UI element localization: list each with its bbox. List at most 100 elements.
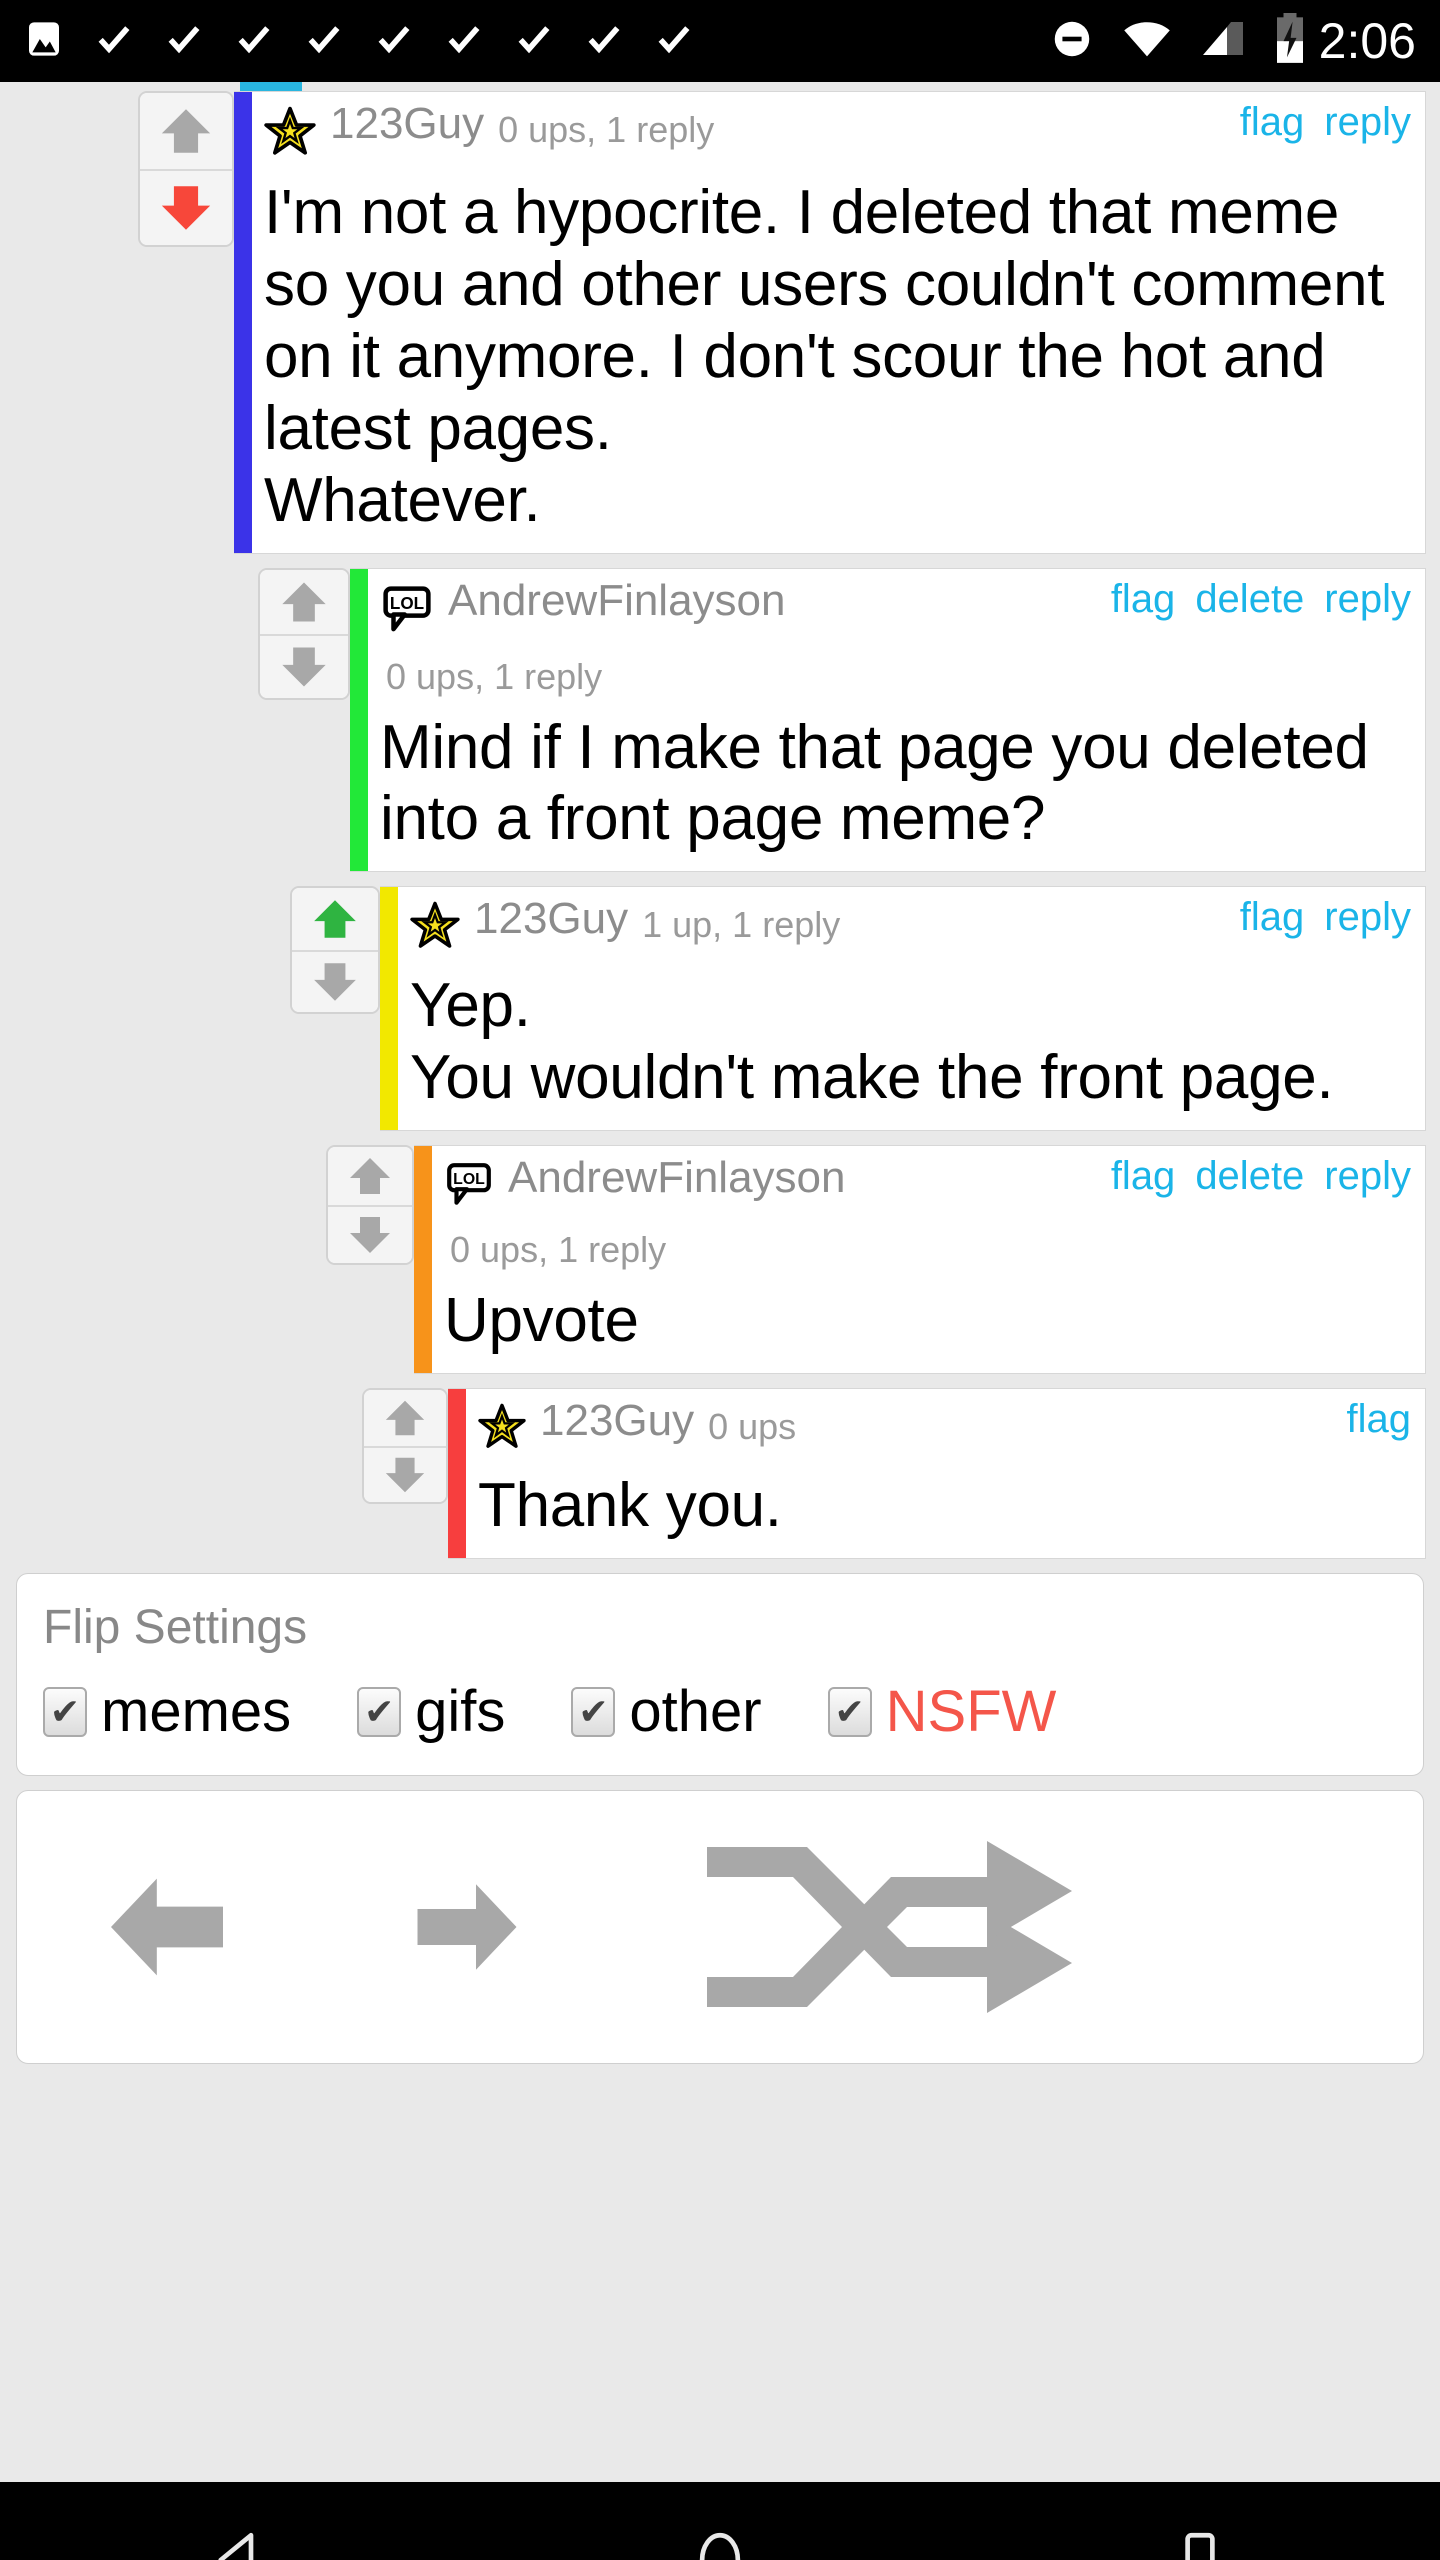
svg-text:LOL: LOL: [453, 1171, 485, 1188]
comment-meta: 0 ups, 1 reply: [450, 1229, 667, 1271]
vote-controls: [362, 1388, 448, 1505]
check-icon: [304, 19, 344, 64]
comment-card: LOL AndrewFinlayson flag delete reply 0 …: [414, 1145, 1426, 1375]
next-button[interactable]: [317, 1874, 617, 1980]
checkbox-nsfw[interactable]: ✔ NSFW: [827, 1682, 1056, 1741]
upvote-button[interactable]: [140, 93, 232, 169]
android-navigation-bar: imgflip.com: [0, 2482, 1440, 2560]
delete-link[interactable]: delete: [1195, 579, 1304, 619]
flag-link[interactable]: flag: [1111, 579, 1176, 619]
shuffle-button[interactable]: [617, 1827, 1177, 2027]
upvote-button[interactable]: [364, 1390, 446, 1447]
checkbox-icon[interactable]: ✔: [357, 1686, 402, 1737]
checkbox-other[interactable]: ✔ other: [571, 1682, 762, 1741]
downvote-button[interactable]: [328, 1205, 412, 1264]
previous-button[interactable]: [17, 1871, 317, 1983]
back-icon: [218, 2532, 254, 2560]
reply-link[interactable]: reply: [1324, 1156, 1411, 1196]
check-glyph: ✔: [49, 1690, 81, 1732]
comment-accent-bar: [380, 887, 398, 1131]
comment-body: Yep. You wouldn't make the front page.: [410, 971, 1334, 1113]
check-glyph: ✔: [364, 1690, 395, 1732]
up-arrow-icon: [314, 900, 356, 939]
comment-body: Thank you.: [478, 1471, 782, 1541]
up-arrow-icon: [350, 1158, 390, 1195]
comment-item: 123Guy 0 ups flag Thank you.: [0, 1388, 1440, 1559]
next-arrow-icon: [417, 1884, 517, 1970]
flag-link[interactable]: flag: [1111, 1156, 1176, 1196]
android-home-button[interactable]: [687, 2527, 753, 2560]
battery-charging-icon: [1273, 12, 1307, 70]
comment-accent-bar: [448, 1389, 466, 1558]
downvote-button[interactable]: [140, 169, 232, 245]
do-not-disturb-icon: [1049, 16, 1095, 67]
flip-settings-panel: Flip Settings ✔ memes ✔ gifs ✔ other ✔ N…: [16, 1572, 1424, 1776]
flag-link[interactable]: flag: [1347, 1399, 1412, 1439]
cellular-signal-icon: [1199, 16, 1247, 67]
check-icon: [94, 19, 134, 64]
downvote-button[interactable]: [364, 1446, 446, 1503]
vote-controls: [326, 1145, 414, 1266]
comment-actions: flag delete reply: [1111, 579, 1411, 619]
lol-badge-icon: LOL: [380, 583, 434, 642]
check-icon: [234, 19, 274, 64]
comment-username[interactable]: 123Guy: [330, 102, 484, 146]
comment-username[interactable]: 123Guy: [474, 897, 628, 941]
checkbox-icon[interactable]: ✔: [571, 1686, 616, 1737]
check-icon: [654, 19, 694, 64]
reply-link[interactable]: reply: [1324, 579, 1411, 619]
comment-actions: flag reply: [1240, 897, 1411, 937]
downvote-button[interactable]: [292, 950, 378, 1013]
checkbox-label: gifs: [415, 1678, 506, 1744]
star-badge-icon: [264, 106, 316, 163]
wifi-icon: [1121, 16, 1173, 67]
android-recents-button[interactable]: [1167, 2527, 1233, 2560]
checkbox-icon[interactable]: ✔: [43, 1686, 87, 1737]
status-bar: 2:06: [0, 0, 1440, 82]
upvote-button[interactable]: [328, 1147, 412, 1206]
flip-nav-panel: [16, 1789, 1424, 2064]
comment-accent-bar: [234, 92, 252, 553]
down-arrow-icon: [282, 647, 326, 687]
downvote-button[interactable]: [260, 633, 348, 698]
checkbox-memes[interactable]: ✔ memes: [43, 1682, 291, 1741]
upvote-button[interactable]: [260, 569, 348, 634]
flag-link[interactable]: flag: [1240, 897, 1305, 937]
vote-controls: [290, 886, 380, 1015]
comment-body: Mind if I make that page you deleted int…: [380, 712, 1369, 854]
home-icon: [699, 2532, 741, 2560]
reply-link[interactable]: reply: [1324, 897, 1411, 937]
check-icon: [584, 19, 624, 64]
comment-item: 123Guy 0 ups, 1 reply flag reply I'm not…: [0, 91, 1440, 554]
comment-username[interactable]: AndrewFinlayson: [448, 578, 786, 623]
comment-card: LOL AndrewFinlayson flag delete reply 0 …: [350, 567, 1426, 873]
comment-body: I'm not a hypocrite. I deleted that meme…: [264, 178, 1385, 535]
comment-card: 123Guy 1 up, 1 reply flag reply Yep. You…: [380, 886, 1426, 1132]
comment-thread: 123Guy 0 ups, 1 reply flag reply I'm not…: [0, 82, 1440, 1559]
flip-settings-title: Flip Settings: [43, 1600, 308, 1654]
flag-link[interactable]: flag: [1240, 102, 1305, 142]
comment-body: Upvote: [444, 1286, 639, 1356]
upvote-button[interactable]: [292, 888, 378, 951]
down-arrow-icon: [350, 1217, 390, 1254]
app-content: 123Guy 0 ups, 1 reply flag reply I'm not…: [0, 82, 1440, 2482]
down-arrow-icon: [314, 963, 356, 1002]
star-badge-icon: [478, 1403, 526, 1456]
comment-card: 123Guy 0 ups flag Thank you.: [448, 1388, 1426, 1559]
delete-link[interactable]: delete: [1195, 1156, 1304, 1196]
comment-username[interactable]: 123Guy: [540, 1399, 694, 1443]
vote-controls: [258, 567, 350, 700]
down-arrow-icon: [161, 186, 211, 230]
comment-item: LOL AndrewFinlayson flag delete reply 0 …: [0, 567, 1440, 873]
reply-link[interactable]: reply: [1324, 102, 1411, 142]
comment-item: 123Guy 1 up, 1 reply flag reply Yep. You…: [0, 886, 1440, 1132]
up-arrow-icon: [161, 109, 211, 153]
checkbox-gifs[interactable]: ✔ gifs: [357, 1678, 506, 1744]
status-bar-clock: 2:06: [1318, 13, 1416, 69]
star-badge-icon: [410, 901, 460, 956]
checkbox-icon[interactable]: ✔: [827, 1686, 872, 1737]
check-icon: [374, 19, 414, 64]
comment-meta: 0 ups: [708, 1406, 797, 1448]
comment-username[interactable]: AndrewFinlayson: [508, 1156, 846, 1200]
android-back-button[interactable]: [207, 2527, 273, 2560]
